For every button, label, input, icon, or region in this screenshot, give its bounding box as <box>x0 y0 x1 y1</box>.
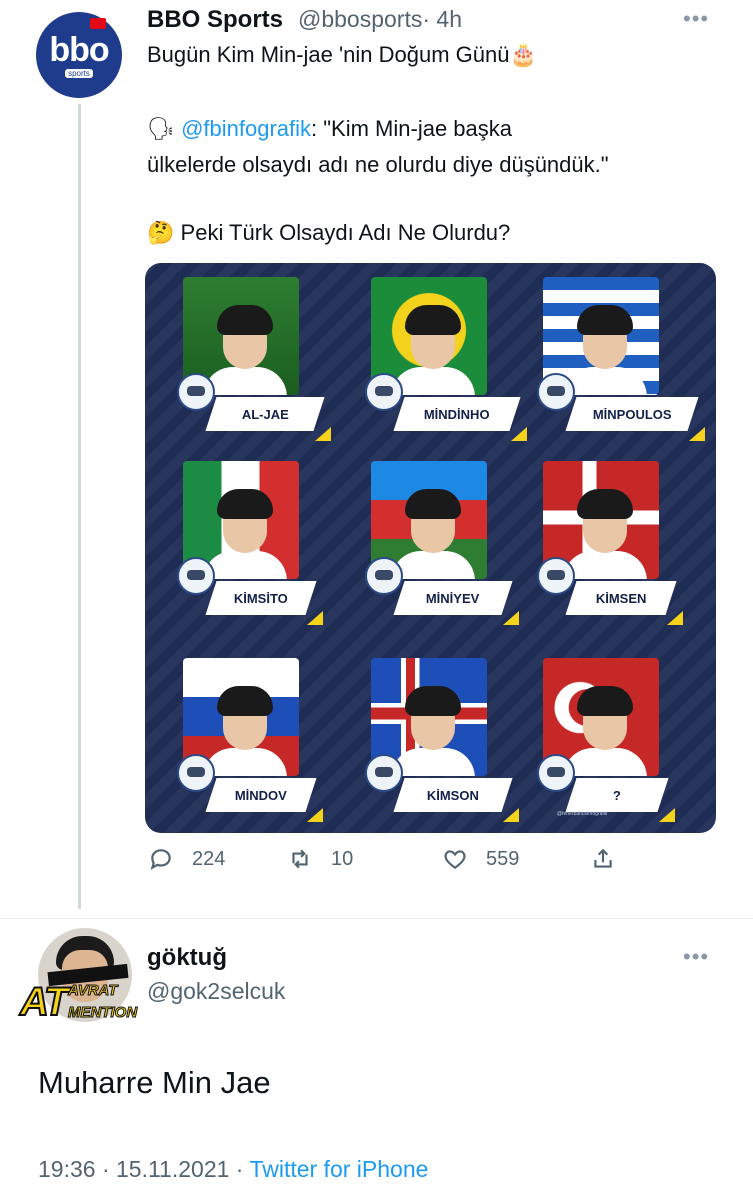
label-accent-triangle <box>307 808 323 822</box>
reply-action[interactable]: 224 <box>148 846 225 872</box>
question-line: 🤔 Peki Türk Olsaydı Adı Ne Olurdu? <box>147 218 510 248</box>
player-name-text: MİNİYEV <box>426 590 480 606</box>
label-accent-triangle <box>667 611 683 625</box>
label-accent-triangle <box>503 808 519 822</box>
player-name-label: KİMSON <box>393 778 513 812</box>
source-link[interactable]: Twitter for iPhone <box>249 1156 428 1182</box>
share-icon <box>594 848 612 868</box>
club-badge-icon <box>365 373 403 411</box>
author-avatar[interactable]: bbo sports <box>36 12 122 98</box>
player-photo <box>391 305 475 395</box>
club-badge-icon <box>537 754 575 792</box>
player-photo <box>203 489 287 579</box>
badge-at: AT <box>19 979 69 1025</box>
player-photo <box>391 489 475 579</box>
label-accent-triangle <box>315 427 331 441</box>
quote-mention-link[interactable]: @fbinfografik <box>181 116 311 141</box>
retweet-count: 10 <box>331 847 354 870</box>
author-handle: @bbosports <box>298 6 423 32</box>
reply-timestamp: 19:36 · 15.11.2021 · <box>38 1156 250 1182</box>
share-action[interactable] <box>590 846 634 872</box>
player-name-label: MİNDİNHO <box>393 397 521 431</box>
player-photo <box>563 489 647 579</box>
heart-icon <box>444 850 466 869</box>
player-name-text: MİNPOULOS <box>592 406 672 422</box>
author-name[interactable]: BBO Sports <box>147 6 283 34</box>
club-badge-icon <box>365 754 403 792</box>
label-accent-triangle <box>689 427 705 441</box>
like-count: 559 <box>486 847 520 870</box>
divider <box>0 918 753 919</box>
club-badge-icon <box>177 373 215 411</box>
thinking-face-icon: 🤔 <box>147 220 175 245</box>
speaking-head-icon: 🗣 <box>147 116 175 141</box>
label-accent-triangle <box>511 427 527 441</box>
retweet-icon <box>292 849 308 869</box>
player-name-text: KİMSON <box>427 787 479 803</box>
question-text: Peki Türk Olsaydı Adı Ne Olurdu? <box>180 220 511 245</box>
like-action[interactable]: 559 <box>442 846 519 872</box>
tweet-title-line: Bugün Kim Min-jae 'nin Doğum Günü🎂 <box>147 42 537 67</box>
club-badge-icon <box>177 754 215 792</box>
player-photo <box>203 305 287 395</box>
retweet-action[interactable]: 10 <box>287 846 353 872</box>
author-handle-time[interactable]: @bbosports· 4h <box>298 6 462 33</box>
badge-top: AVRAT <box>67 982 118 1000</box>
tweet-image[interactable]: AL-JAE MİNDİNHO MİNPOULOS KİMSİTO MİNİYEV KİM… <box>145 263 716 833</box>
club-badge-icon <box>177 557 215 595</box>
label-accent-triangle <box>659 808 675 822</box>
reply-author-handle[interactable]: @gok2selcuk <box>147 978 285 1005</box>
player-name-text: KİMSEN <box>595 590 647 606</box>
image-watermark: @fenerbahceinfografik <box>557 811 608 817</box>
club-badge-icon <box>365 557 403 595</box>
player-name-text: AL-JAE <box>241 406 289 422</box>
player-photo <box>203 686 287 776</box>
player-photo <box>391 686 475 776</box>
quote-text-1: : "Kim Min-jae başka <box>311 116 513 141</box>
avatar-logo: bbo <box>49 30 109 69</box>
avrat-mention-badge: AT AVRAT MENTION <box>19 976 146 1026</box>
player-name-text: ? <box>613 787 621 803</box>
player-photo <box>563 686 647 776</box>
quote-line-1: 🗣 @fbinfografik: "Kim Min-jae başka <box>147 114 512 144</box>
club-badge-icon <box>537 557 575 595</box>
more-dots-icon[interactable]: ••• <box>683 6 709 32</box>
tweet-time: · 4h <box>422 6 462 32</box>
reply-author-name[interactable]: göktuğ <box>147 944 227 972</box>
thread-line <box>78 104 81 909</box>
more-dots-icon[interactable]: ••• <box>683 944 709 970</box>
player-name-label: MİNDOV <box>205 778 317 812</box>
turkey-flag-icon <box>90 18 106 29</box>
player-name-label: MİNPOULOS <box>565 397 699 431</box>
player-name-label: AL-JAE <box>205 397 325 431</box>
player-name-label: KİMSİTO <box>205 581 317 615</box>
label-accent-triangle <box>307 611 323 625</box>
reply-count: 224 <box>192 847 226 870</box>
avatar-logo-sub: sports <box>65 68 93 78</box>
reply-icon <box>150 849 171 870</box>
player-name-label: MİNİYEV <box>393 581 513 615</box>
player-name-text: MİNDOV <box>235 787 287 803</box>
player-name-text: KİMSİTO <box>234 590 288 606</box>
label-accent-triangle <box>503 611 519 625</box>
player-name-text: MİNDİNHO <box>424 406 490 422</box>
player-name-label: ? <box>565 778 669 812</box>
quote-text-2: ülkelerde olsaydı adı ne olurdu diye düş… <box>147 152 609 177</box>
player-photo <box>563 305 647 395</box>
reply-meta: 19:36 · 15.11.2021 · Twitter for iPhone <box>38 1156 428 1183</box>
reply-text: Muharre Min Jae <box>38 1065 271 1100</box>
badge-bottom: MENTION <box>67 1004 138 1022</box>
club-badge-icon <box>537 373 575 411</box>
player-name-label: KİMSEN <box>565 581 677 615</box>
